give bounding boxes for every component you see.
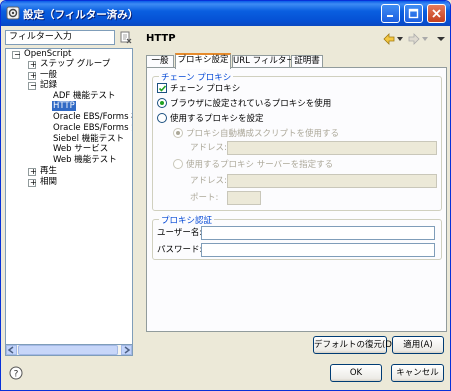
collapse-toggle[interactable]: − — [28, 81, 37, 90]
use-proxy-radio[interactable]: 使用するプロキシを設定 — [157, 113, 264, 125]
specify-proxy-server-radio[interactable]: 使用するプロキシ サーバーを指定する — [173, 159, 333, 171]
radio-button[interactable] — [157, 98, 167, 108]
help-icon[interactable]: ? — [9, 366, 23, 380]
browser-proxy-radio[interactable]: ブラウザに設定されているプロキシを使用 — [157, 98, 331, 110]
filter-input[interactable]: フィルター入力 — [5, 30, 115, 45]
address-label-1: アドレス: — [190, 143, 227, 153]
expand-toggle[interactable]: + — [28, 60, 37, 69]
cancel-button[interactable]: キャンセル — [391, 364, 444, 382]
password-field[interactable] — [201, 243, 435, 257]
scroll-right-button[interactable] — [121, 345, 132, 355]
forward-dropdown-icon[interactable] — [422, 36, 428, 42]
close-icon — [432, 9, 441, 18]
maximize-icon — [408, 8, 419, 19]
tree-horizontal-scrollbar[interactable] — [5, 345, 133, 356]
chain-proxy-checkbox[interactable]: チェーン プロキシ — [157, 83, 240, 95]
app-icon — [6, 6, 20, 20]
radio-button[interactable] — [157, 113, 167, 123]
clear-filter-icon[interactable] — [119, 30, 133, 44]
close-button[interactable] — [427, 4, 446, 23]
scroll-left-button[interactable] — [6, 345, 17, 355]
port-label: ポート: — [190, 193, 219, 203]
checkbox-box[interactable] — [157, 83, 167, 93]
minimize-button[interactable] — [381, 4, 400, 23]
expand-toggle[interactable]: + — [28, 167, 37, 176]
page-header: HTTP — [138, 28, 449, 50]
script-address-field[interactable] — [227, 141, 437, 155]
username-label: ユーザー名: — [157, 228, 203, 238]
view-menu-icon[interactable] — [437, 36, 445, 42]
preferences-dialog: 設定（フィルター済み） フィルター入力 − OpenScript + ステップ … — [0, 0, 451, 391]
forward-arrow-icon[interactable] — [407, 32, 421, 46]
proxy-settings-panel: チェーン プロキシ チェーン プロキシ ブラウザに設定されているプロキシを使用 … — [146, 67, 447, 354]
expand-toggle[interactable]: + — [28, 178, 37, 187]
tree-item-correlation[interactable]: 相関 — [39, 177, 58, 188]
tab-proxy-settings[interactable]: プロキシ設定 — [175, 53, 231, 69]
tree-item-oracle-ebs-functional[interactable]: Oracle EBS/Forms 機 — [52, 112, 132, 123]
username-field[interactable] — [201, 226, 435, 240]
proxy-address-field[interactable] — [227, 174, 437, 188]
svg-text:?: ? — [14, 370, 19, 380]
maximize-button[interactable] — [404, 4, 423, 23]
proxy-authentication-group: プロキシ認証 ユーザー名: パスワード: — [152, 214, 442, 260]
back-arrow-icon[interactable] — [382, 32, 396, 46]
tree-item-record[interactable]: 記録 — [39, 80, 58, 91]
history-navigation — [382, 32, 448, 46]
group-title-chain-proxy: チェーン プロキシ — [159, 71, 234, 83]
checkmark-icon — [158, 85, 167, 92]
minimize-icon — [387, 15, 393, 17]
apply-button[interactable]: 適用(A) — [392, 336, 444, 354]
proxy-port-field[interactable] — [227, 191, 261, 205]
auto-config-script-radio[interactable]: プロキシ自動構成スクリプトを使用する — [173, 128, 339, 140]
restore-defaults-button[interactable]: デフォルトの復元(D) — [313, 336, 395, 354]
address-label-2: アドレス: — [190, 176, 227, 186]
chain-proxy-group: チェーン プロキシ チェーン プロキシ ブラウザに設定されているプロキシを使用 … — [152, 71, 442, 211]
tree-item-playback[interactable]: 再生 — [39, 166, 58, 177]
scroll-thumb[interactable] — [18, 345, 118, 355]
back-dropdown-icon[interactable] — [397, 36, 403, 42]
page-title: HTTP — [146, 33, 176, 44]
title-bar: 設定（フィルター済み） — [1, 1, 450, 26]
arrow-right-icon — [124, 346, 131, 354]
tree-item-step-group[interactable]: ステップ グループ — [39, 59, 111, 70]
expand-toggle[interactable]: + — [28, 71, 37, 80]
window-title: 設定（フィルター済み） — [23, 9, 139, 21]
ok-button[interactable]: OK — [330, 364, 382, 382]
collapse-toggle[interactable]: − — [12, 50, 21, 59]
group-title-proxy-auth: プロキシ認証 — [159, 214, 215, 226]
tree-item-web-services[interactable]: Web サービス — [52, 144, 109, 155]
tree-item-web-functional[interactable]: Web 機能テスト — [52, 155, 118, 166]
tree-item-oracle-ebs-load[interactable]: Oracle EBS/Forms 負 — [52, 123, 132, 134]
tree-item-http[interactable]: HTTP — [52, 101, 76, 112]
arrow-left-icon — [7, 346, 14, 354]
preferences-tree[interactable]: − OpenScript + ステップ グループ + 一般 − 記録 ADF 機… — [5, 48, 133, 345]
radio-button[interactable] — [173, 128, 183, 138]
password-label: パスワード: — [157, 245, 203, 255]
radio-button[interactable] — [173, 159, 183, 169]
